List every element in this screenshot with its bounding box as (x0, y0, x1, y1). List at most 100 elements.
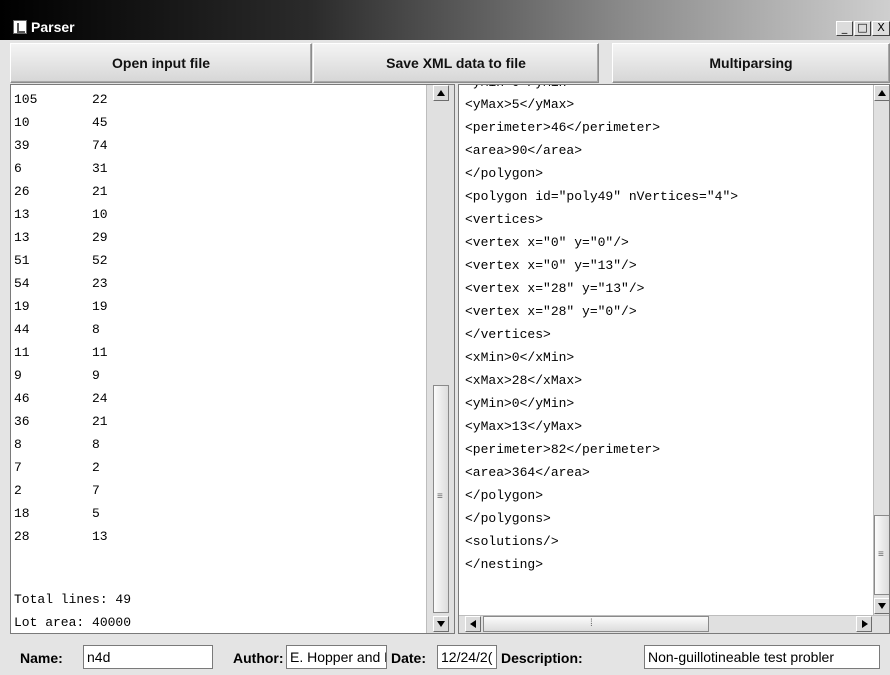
row-height: 9 (92, 368, 100, 383)
save-xml-button[interactable]: Save XML data to file (313, 43, 599, 83)
input-row: 18 5 (14, 502, 100, 525)
scroll-up-button[interactable] (433, 85, 449, 101)
date-label: Date: (391, 650, 427, 666)
row-height: 11 (92, 345, 108, 360)
lot-area-text: Lot area: 40000 (14, 615, 132, 630)
input-row: 10 45 (14, 111, 108, 134)
input-row: 13 29 (14, 226, 108, 249)
row-height: 74 (92, 138, 108, 153)
input-row: 26 21 (14, 180, 108, 203)
row-width: 26 (14, 184, 30, 199)
row-width: 54 (14, 276, 30, 291)
xml-line: </polygon> (465, 488, 544, 503)
xml-line: </vertices> (465, 327, 551, 342)
row-height: 21 (92, 184, 108, 199)
arrow-right-icon (862, 620, 868, 628)
input-row: 72 (14, 456, 100, 479)
scroll-left-button[interactable] (465, 616, 481, 632)
row-height: 31 (92, 161, 108, 176)
xml-line: <vertices> (465, 212, 544, 227)
xml-line: <yMax>13</yMax> (465, 419, 583, 434)
row-width: 8 (14, 437, 22, 452)
xml-line: <vertex x="0" y="0"/> (465, 235, 629, 250)
input-row: 54 23 (14, 272, 108, 295)
row-width: 36 (14, 414, 30, 429)
scroll-thumb[interactable]: ≡ (433, 385, 449, 613)
input-row: 27 (14, 479, 100, 502)
total-lines-text: Total lines: 49 (14, 592, 132, 607)
row-height: 8 (92, 437, 100, 452)
input-row: 13 10 (14, 203, 108, 226)
maximize-button[interactable]: □ (854, 21, 871, 36)
xml-line: <xMax>28</xMax> (465, 373, 583, 388)
scroll-thumb[interactable]: ≡ (874, 515, 889, 595)
scroll-up-button[interactable] (874, 85, 889, 101)
xml-line: <perimeter>82</perimeter> (465, 442, 661, 457)
scroll-thumb-horizontal[interactable]: ⁞ (483, 616, 709, 632)
xml-line: <vertex x="28" y="0"/> (465, 304, 637, 319)
author-label: Author: (233, 650, 284, 666)
row-height: 8 (92, 322, 100, 337)
xml-output-area[interactable]: <yMin>0</yMin> <yMax>5</yMax> <perimeter>… (458, 84, 890, 634)
row-height: 24 (92, 391, 108, 406)
row-width: 6 (14, 161, 22, 176)
row-width: 44 (14, 322, 30, 337)
row-height: 21 (92, 414, 108, 429)
row-width: 19 (14, 299, 30, 314)
input-row: 39 74 (14, 134, 108, 157)
xml-line: </nesting> (465, 557, 544, 572)
row-width: 13 (14, 230, 30, 245)
java-app-icon (13, 20, 27, 34)
row-width: 11 (14, 345, 30, 360)
window-title: Parser (31, 19, 75, 35)
input-row: 99 (14, 364, 100, 387)
author-field[interactable]: E. Hopper and E (286, 645, 387, 669)
right-horizontal-scrollbar[interactable]: ⁞ (459, 615, 889, 633)
row-width: 105 (14, 92, 38, 107)
date-field[interactable]: 12/24/2( (437, 645, 497, 669)
xml-line: <perimeter>46</perimeter> (465, 120, 661, 135)
xml-line: <xMin>0</xMin> (465, 350, 575, 365)
row-width: 2 (14, 483, 22, 498)
row-height: 29 (92, 230, 108, 245)
row-width: 39 (14, 138, 30, 153)
grip-icon: ≡ (878, 549, 884, 560)
right-vertical-scrollbar[interactable]: ≡ (873, 85, 889, 615)
xml-line: <yMin>0</yMin> (465, 396, 575, 411)
xml-line: <area>364</area> (465, 465, 590, 480)
input-row: 105 22 (14, 88, 108, 111)
xml-line: <vertex x="28" y="13"/> (465, 281, 645, 296)
row-height: 52 (92, 253, 108, 268)
close-button[interactable]: X (872, 21, 890, 36)
name-field[interactable]: n4d (83, 645, 213, 669)
row-width: 51 (14, 253, 30, 268)
row-height: 10 (92, 207, 108, 222)
row-height: 45 (92, 115, 108, 130)
arrow-up-icon (878, 90, 886, 96)
input-text-area[interactable]: 105 22 10 45 39 74 6 31 26 21 13 10 13 29 51 52 54 23 19 19… (10, 84, 455, 634)
minimize-button[interactable]: _ (836, 21, 853, 36)
xml-line: <solutions/> (465, 534, 559, 549)
row-height: 13 (92, 529, 108, 544)
xml-line: <polygon id="poly49" nVertices="4"> (465, 189, 739, 204)
input-row: 46 24 (14, 387, 108, 410)
xml-line: </polygon> (465, 166, 544, 181)
arrow-down-icon (878, 603, 886, 609)
scroll-down-button[interactable] (433, 616, 449, 632)
xml-line: <vertex x="0" y="13"/> (465, 258, 637, 273)
scroll-down-button[interactable] (874, 598, 889, 614)
row-width: 9 (14, 368, 22, 383)
input-row: 28 13 (14, 525, 108, 548)
input-row: 19 19 (14, 295, 108, 318)
scroll-right-button[interactable] (856, 616, 872, 632)
multiparsing-button[interactable]: Multiparsing (612, 43, 890, 83)
open-input-file-button[interactable]: Open input file (10, 43, 312, 83)
left-vertical-scrollbar[interactable]: ≡ (426, 85, 454, 633)
title-bar[interactable]: Parser _ □ X (0, 0, 890, 40)
row-width: 10 (14, 115, 30, 130)
description-label: Description: (501, 650, 583, 666)
arrow-down-icon (437, 621, 445, 627)
grip-icon: ≡ (437, 491, 443, 502)
description-field[interactable]: Non-guillotineable test probler (644, 645, 880, 669)
name-label: Name: (20, 650, 63, 666)
